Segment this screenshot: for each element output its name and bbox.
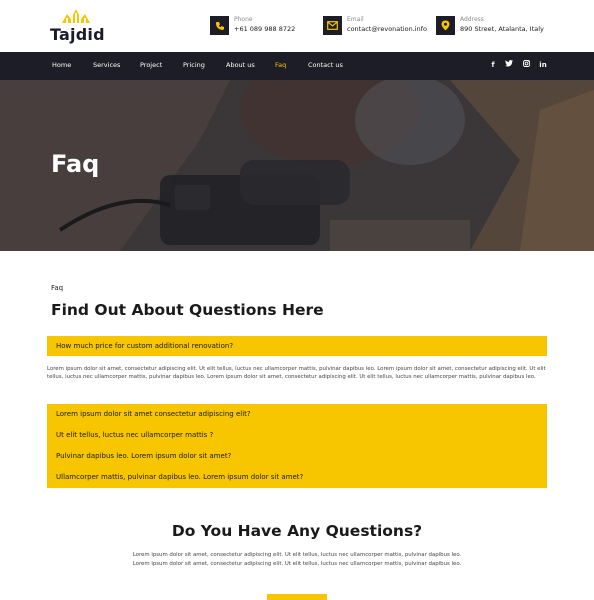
faq-section-title: Find Out About Questions Here [51, 301, 324, 319]
main-navbar: Home Services Project Pricing About us F… [0, 52, 594, 80]
cta-button[interactable] [267, 594, 327, 600]
instagram-icon[interactable] [521, 60, 531, 70]
contact-label: Email [347, 16, 364, 23]
logo-text: Tajdid [50, 25, 105, 44]
faq-answer: Lorem ipsum dolor sit amet, consectetur … [47, 366, 546, 380]
contact-value: 890 Street, Atalanta, Italy [460, 25, 544, 33]
location-pin-icon [436, 16, 455, 35]
faq-question: How much price for custom additional ren… [56, 342, 234, 350]
section-eyebrow: Faq [51, 284, 64, 292]
hero-banner: Faq [0, 80, 594, 251]
nav-item-project[interactable]: Project [140, 61, 162, 69]
nav-item-home[interactable]: Home [52, 61, 71, 69]
page-title: Faq [51, 150, 100, 178]
phone-icon [210, 16, 229, 35]
nav-item-faq[interactable]: Faq [275, 61, 286, 69]
contact-value[interactable]: contact@revonation.info [347, 25, 427, 33]
top-header: Tajdid Phone +61 089 988 8722 Email cont… [0, 0, 594, 52]
logo[interactable]: Tajdid [50, 7, 110, 45]
contact-label: Address [460, 16, 484, 23]
faq-item[interactable]: Lorem ipsum dolor sit amet consectetur a… [56, 410, 251, 418]
logo-icon [62, 9, 90, 23]
twitter-icon[interactable] [504, 60, 514, 70]
faq-item[interactable]: Ullamcorper mattis, pulvinar dapibus leo… [56, 473, 303, 481]
cta-title: Do You Have Any Questions? [171, 522, 423, 540]
faq-list: Lorem ipsum dolor sit amet consectetur a… [47, 404, 547, 488]
nav-item-contact-us[interactable]: Contact us [308, 61, 343, 69]
faq-item[interactable]: Pulvinar dapibus leo. Lorem ipsum dolor … [56, 452, 231, 460]
contact-value[interactable]: +61 089 988 8722 [234, 25, 295, 33]
faq-item[interactable]: Ut elit tellus, luctus nec ullamcorper m… [56, 431, 213, 439]
nav-item-services[interactable]: Services [93, 61, 120, 69]
facebook-icon[interactable]: f [488, 60, 498, 70]
mail-icon [323, 16, 342, 35]
nav-item-about-us[interactable]: About us [226, 61, 255, 69]
nav-item-pricing[interactable]: Pricing [183, 61, 205, 69]
linkedin-icon[interactable]: in [538, 60, 548, 70]
faq-item-open[interactable]: How much price for custom additional ren… [47, 336, 547, 356]
contact-label: Phone [234, 16, 253, 23]
cta-text: Lorem ipsum dolor sit amet, consectetur … [132, 552, 462, 567]
